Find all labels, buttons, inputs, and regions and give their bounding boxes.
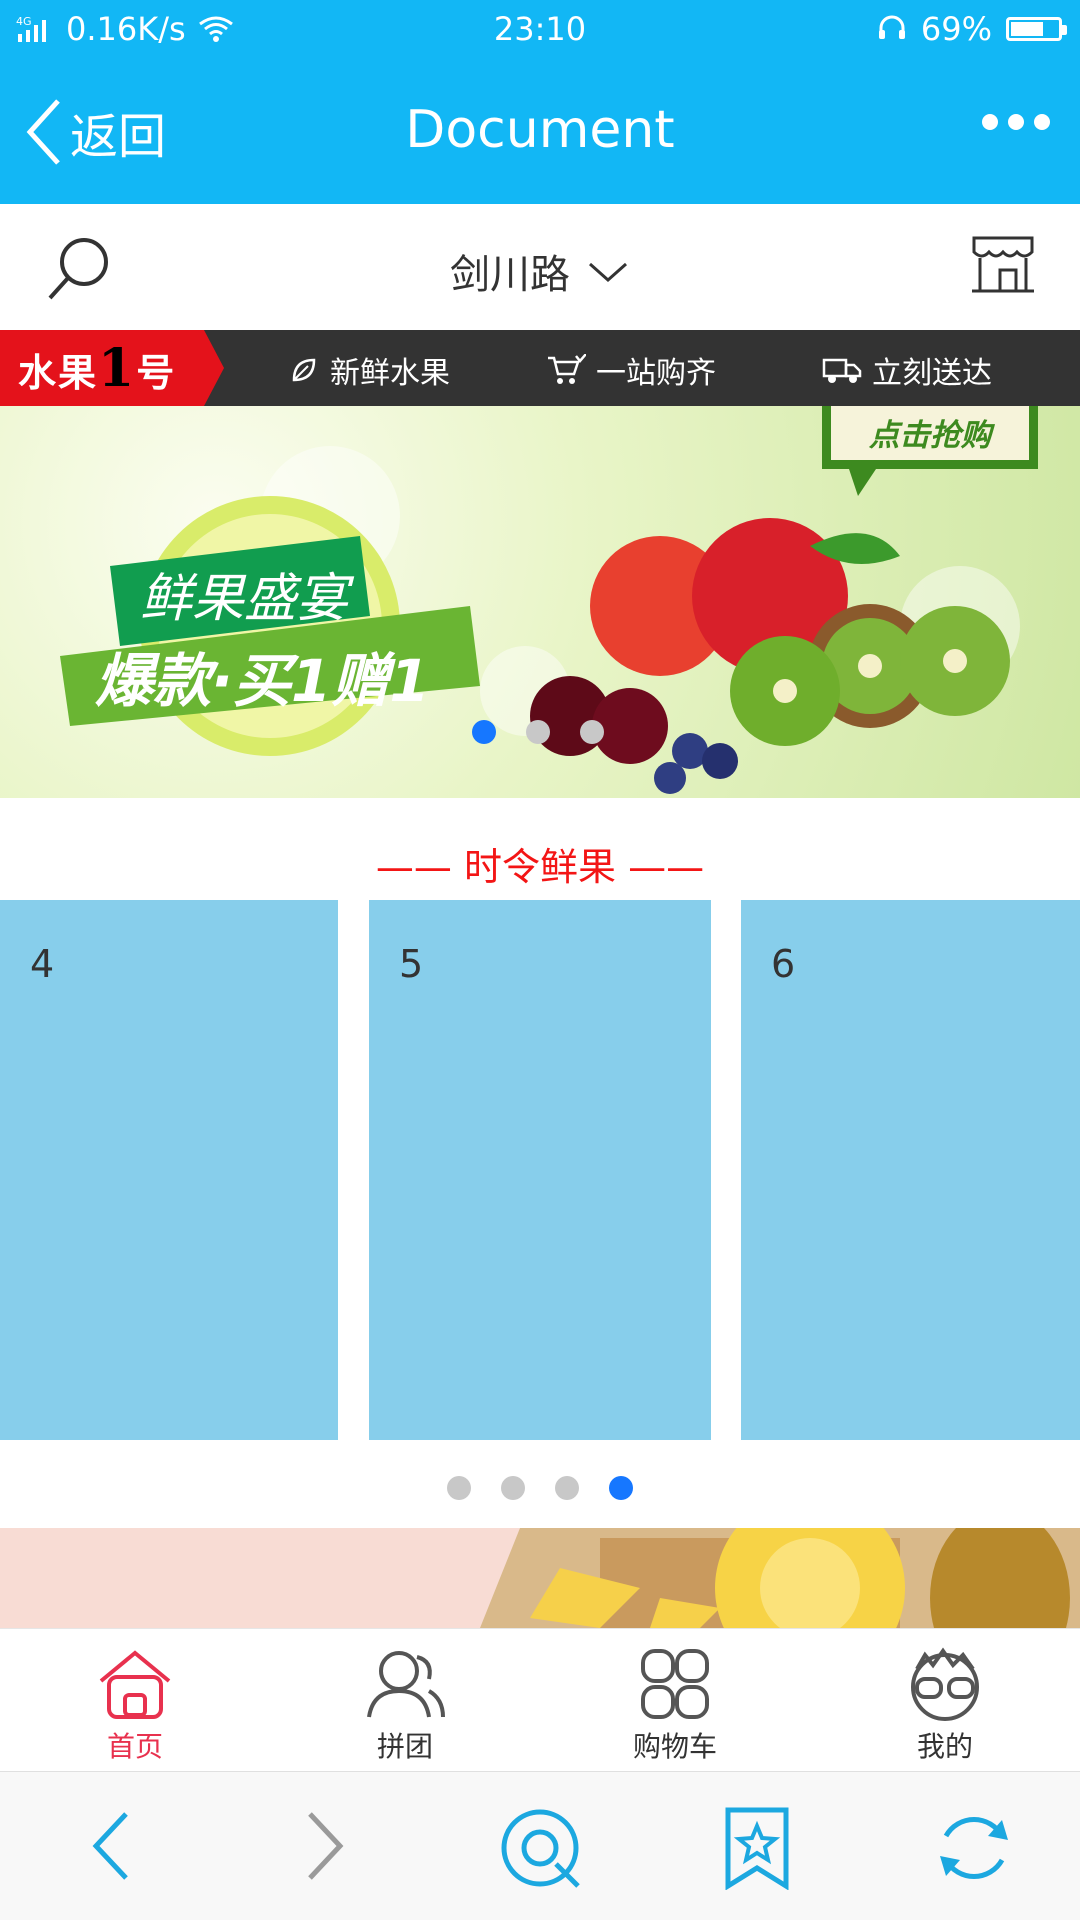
card-number: 6 [771, 942, 796, 986]
more-dot-icon [1008, 114, 1024, 130]
brand-suffix: 号 [136, 350, 177, 395]
battery-icon [1006, 17, 1067, 41]
fruit-illustration [530, 518, 1010, 794]
carousel-dot[interactable] [501, 1476, 525, 1500]
feature-label: 立刻送达 [872, 356, 992, 391]
hero-dot[interactable] [580, 720, 604, 744]
cart-icon [548, 354, 586, 384]
feature-label: 一站购齐 [596, 356, 716, 391]
carousel-dot[interactable] [609, 1476, 633, 1500]
brand-logo: 水果1号 [18, 338, 176, 399]
hero-dot[interactable] [526, 720, 550, 744]
more-dot-icon [982, 114, 998, 130]
browser-forward-icon[interactable] [300, 1806, 350, 1886]
promo-strip: 水果1号 新鲜水果 一站购齐 立刻送达 [0, 330, 1080, 406]
page-title: Document [405, 100, 675, 160]
location-bar: 剑川路 [0, 204, 1080, 330]
location-label: 剑川路 [450, 252, 570, 298]
carousel-dot[interactable] [447, 1476, 471, 1500]
tab-cart[interactable]: 购物车 [540, 1629, 810, 1771]
buy-now-button[interactable]: 点击抢购 [810, 406, 1050, 496]
carousel-pagination [0, 1476, 1080, 1500]
feature-one-stop: 一站购齐 [546, 348, 716, 392]
headset-icon [878, 15, 905, 39]
location-dropdown[interactable]: 剑川路 [450, 242, 630, 300]
chevron-down-icon [589, 262, 627, 283]
truck-icon [822, 358, 862, 383]
card-number: 4 [30, 942, 55, 986]
refresh-icon[interactable] [932, 1806, 1016, 1890]
tab-label: 我的 [916, 1730, 973, 1763]
browser-toolbar [0, 1772, 1080, 1920]
browser-back-icon[interactable] [86, 1806, 136, 1886]
hero-headline: 鲜果盛宴 [140, 569, 355, 629]
bottom-tab-bar: 首页 拼团 购物车 我的 [0, 1628, 1080, 1773]
home-icon [99, 1650, 171, 1719]
hero-banner[interactable]: 鲜果盛宴 爆款·买1赠1 点击抢购 [0, 406, 1080, 798]
feature-label: 新鲜水果 [330, 356, 450, 391]
tab-home[interactable]: 首页 [0, 1629, 270, 1771]
hero-dot[interactable] [472, 720, 496, 744]
leaf-icon [292, 358, 316, 382]
card-number: 5 [399, 942, 424, 986]
cta-label: 点击抢购 [868, 419, 996, 454]
more-dot-icon [1034, 114, 1050, 130]
product-card[interactable]: 6 [741, 900, 1080, 1440]
feature-delivery: 立刻送达 [822, 348, 992, 392]
location-selector: 剑川路 [0, 242, 1080, 300]
carousel-dot[interactable] [555, 1476, 579, 1500]
title-bar: 4G 0.16K/s 23:10 69% 返回 Document [0, 0, 1080, 204]
product-card[interactable]: 4 [0, 900, 338, 1440]
bookmark-icon[interactable] [722, 1806, 792, 1890]
cart-grid-icon [641, 1649, 709, 1719]
tab-label: 首页 [106, 1730, 163, 1763]
brand-prefix: 水果 [18, 350, 99, 395]
tab-label: 拼团 [376, 1730, 433, 1763]
tab-profile[interactable]: 我的 [810, 1629, 1080, 1771]
profile-icon [911, 1647, 979, 1721]
browser-home-icon[interactable] [498, 1806, 582, 1890]
more-menu-button[interactable] [982, 114, 1050, 130]
brand-number: 1 [98, 338, 137, 399]
promo-badge: 鲜果盛宴 爆款·买1赠1 [60, 496, 480, 756]
status-right: 69% [877, 10, 1067, 48]
section-title: —— 时令鲜果 —— [375, 845, 705, 889]
pineapple-illustration [480, 1528, 1080, 1628]
promo-banner[interactable] [0, 1528, 1080, 1628]
hero-pagination [472, 720, 604, 744]
tab-group-buy[interactable]: 拼团 [270, 1629, 540, 1771]
feature-fresh: 新鲜水果 [288, 348, 450, 392]
status-bar: 4G 0.16K/s 23:10 69% [0, 0, 1080, 58]
product-card[interactable]: 5 [369, 900, 711, 1440]
store-icon[interactable] [970, 234, 1036, 296]
group-icon [367, 1651, 445, 1718]
hero-subheadline: 爆款·买1赠1 [95, 647, 430, 715]
battery-percent: 69% [920, 10, 992, 48]
tab-label: 购物车 [632, 1730, 717, 1763]
